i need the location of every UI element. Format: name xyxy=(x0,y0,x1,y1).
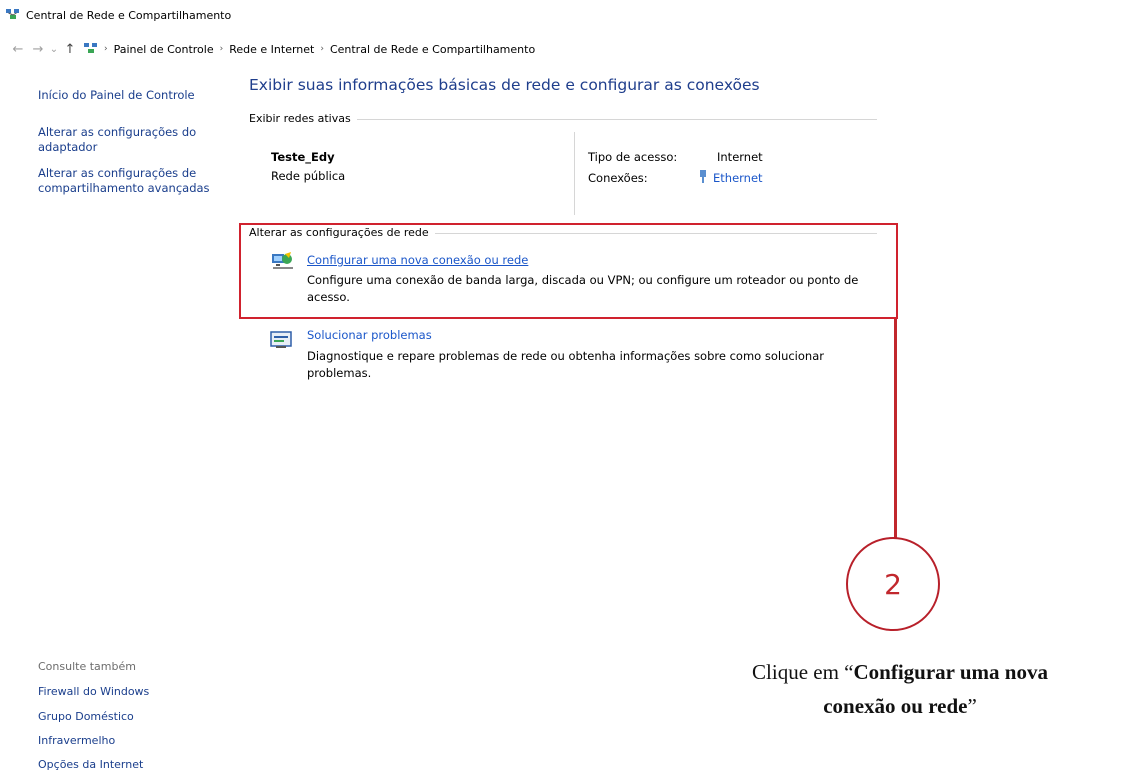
window-title-bar: Central de Rede e Compartilhamento xyxy=(6,6,231,24)
see-also-internet-options[interactable]: Opções da Internet xyxy=(38,758,143,771)
ethernet-link-label: Ethernet xyxy=(713,171,763,185)
step-number: 2 xyxy=(884,567,902,601)
back-button[interactable]: ← xyxy=(8,42,28,57)
instruction-caption: Clique em “Configurar uma nova conexão o… xyxy=(680,655,1120,723)
forward-button[interactable]: → xyxy=(28,42,48,57)
breadcrumb-control-panel[interactable]: Painel de Controle xyxy=(114,43,214,56)
sidebar-link-line: adaptador xyxy=(38,140,98,154)
caption-text: ” xyxy=(967,694,977,718)
sidebar-change-advanced-sharing[interactable]: Alterar as configurações de compartilham… xyxy=(38,166,210,196)
see-also-infrared[interactable]: Infravermelho xyxy=(38,734,115,747)
network-category[interactable]: Rede pública xyxy=(271,168,345,185)
up-button[interactable]: ↑ xyxy=(60,42,80,57)
caption-bold-text: Configurar uma nova xyxy=(853,660,1048,684)
see-also-homegroup[interactable]: Grupo Doméstico xyxy=(38,710,134,723)
troubleshoot-link[interactable]: Solucionar problemas xyxy=(307,328,432,342)
breadcrumb: › Painel de Controle › Rede e Internet ›… xyxy=(84,42,535,57)
sidebar-change-adapter-settings[interactable]: Alterar as configurações do adaptador xyxy=(38,125,196,155)
page-title: Exibir suas informações básicas de rede … xyxy=(249,76,760,94)
breadcrumb-network-internet[interactable]: Rede e Internet xyxy=(229,43,314,56)
breadcrumb-network-center[interactable]: Central de Rede e Compartilhamento xyxy=(330,43,535,56)
callout-line xyxy=(894,319,897,539)
window-title: Central de Rede e Compartilhamento xyxy=(26,8,232,22)
description-line: problemas. xyxy=(307,366,372,380)
sidebar-link-line: Alterar as configurações de xyxy=(38,166,197,180)
sidebar-link-line: compartilhamento avançadas xyxy=(38,181,210,195)
access-type-label: Tipo de acesso: xyxy=(588,150,678,164)
see-also-title: Consulte também xyxy=(38,660,136,673)
highlight-box xyxy=(239,223,898,319)
address-bar: ← → ⌄ ↑ › Painel de Controle › Rede e In… xyxy=(8,40,1133,58)
troubleshoot-description: Diagnostique e repare problemas de rede … xyxy=(307,348,824,382)
network-location-icon xyxy=(84,42,98,57)
active-networks-title: Exibir redes ativas xyxy=(249,112,357,125)
network-name: Teste_Edy xyxy=(271,150,335,164)
troubleshoot-icon xyxy=(270,331,292,352)
ethernet-connection-link[interactable]: Ethernet xyxy=(699,170,763,186)
chevron-right-icon: › xyxy=(320,44,324,54)
connections-label: Conexões: xyxy=(588,171,648,185)
chevron-right-icon: › xyxy=(104,44,108,54)
sidebar-control-panel-home[interactable]: Início do Painel de Controle xyxy=(38,88,195,103)
sidebar-link-line: Alterar as configurações do xyxy=(38,125,197,139)
recent-locations-button[interactable]: ⌄ xyxy=(48,44,60,55)
step-number-circle: 2 xyxy=(846,537,940,631)
network-center-icon xyxy=(6,8,20,23)
caption-bold-text: conexão ou rede xyxy=(823,694,968,718)
column-divider xyxy=(574,132,575,215)
description-line: Diagnostique e repare problemas de rede … xyxy=(307,349,824,363)
caption-text: Clique em “ xyxy=(752,660,854,684)
access-type-value: Internet xyxy=(717,150,763,164)
chevron-right-icon: › xyxy=(219,44,224,54)
see-also-firewall[interactable]: Firewall do Windows xyxy=(38,685,149,698)
ethernet-icon xyxy=(699,170,707,186)
